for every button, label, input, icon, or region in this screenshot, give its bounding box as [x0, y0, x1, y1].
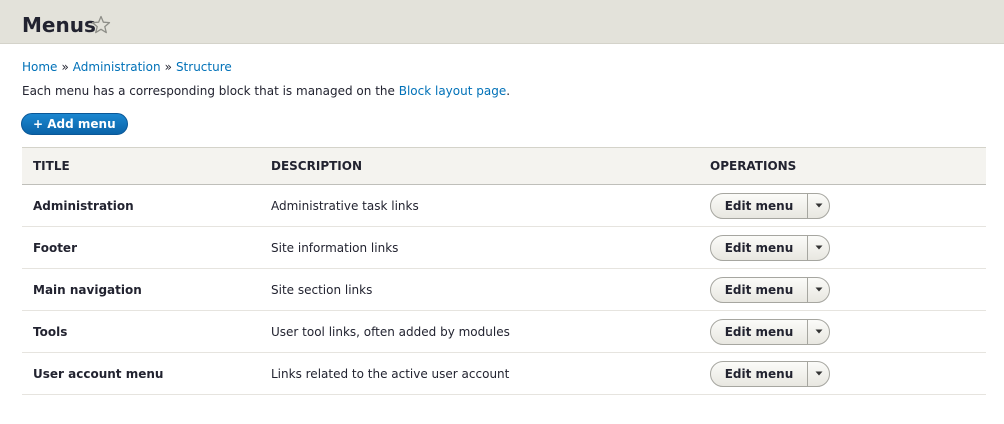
menu-description: Site section links [260, 268, 699, 311]
operations-dropbutton: Edit menu [710, 276, 830, 303]
breadcrumb-home-link[interactable]: Home [22, 60, 57, 74]
caret-down-icon [815, 245, 822, 250]
page-description: Each menu has a corresponding block that… [22, 83, 510, 99]
dropbutton-toggle[interactable] [808, 362, 829, 386]
table-header-row: TITLE DESCRIPTION OPERATIONS [22, 147, 986, 185]
operations-dropbutton: Edit menu [710, 192, 830, 219]
breadcrumb-separator: » [164, 60, 172, 74]
operations-cell: Edit menu [699, 310, 986, 353]
operations-dropbutton: Edit menu [710, 318, 830, 345]
operations-cell: Edit menu [699, 268, 986, 311]
table-row: Footer Site information links Edit menu [22, 226, 986, 269]
menu-title: Main navigation [22, 268, 260, 311]
menu-description: Links related to the active user account [260, 352, 699, 395]
caret-down-icon [815, 203, 822, 208]
dropbutton-toggle[interactable] [808, 236, 829, 260]
dropbutton-toggle[interactable] [808, 320, 829, 344]
menu-title: Footer [22, 226, 260, 269]
star-outline-icon[interactable] [91, 15, 111, 35]
description-text: Each menu has a corresponding block that… [22, 84, 399, 98]
breadcrumb-administration-link[interactable]: Administration [73, 60, 161, 74]
table-row: Tools User tool links, often added by mo… [22, 310, 986, 353]
edit-menu-button[interactable]: Edit menu [711, 193, 808, 218]
caret-down-icon [815, 329, 822, 334]
table-row: User account menu Links related to the a… [22, 352, 986, 395]
menu-description: Site information links [260, 226, 699, 269]
page-header: Menus [0, 0, 1004, 44]
breadcrumb-separator: » [61, 60, 69, 74]
column-header-operations: OPERATIONS [699, 147, 986, 185]
caret-down-icon [815, 287, 822, 292]
edit-menu-button[interactable]: Edit menu [711, 277, 808, 302]
menu-title: Administration [22, 184, 260, 227]
dropbutton-toggle[interactable] [808, 278, 829, 302]
menu-description: Administrative task links [260, 184, 699, 227]
description-suffix: . [506, 84, 511, 98]
column-header-description: DESCRIPTION [260, 147, 699, 185]
table-row: Main navigation Site section links Edit … [22, 268, 986, 311]
menus-table: TITLE DESCRIPTION OPERATIONS Administrat… [22, 147, 986, 395]
caret-down-icon [815, 371, 822, 376]
edit-menu-button[interactable]: Edit menu [711, 319, 808, 344]
breadcrumb: Home» Administration» Structure [22, 59, 232, 75]
operations-cell: Edit menu [699, 184, 986, 227]
operations-cell: Edit menu [699, 352, 986, 395]
menu-title: Tools [22, 310, 260, 353]
menu-description: User tool links, often added by modules [260, 310, 699, 353]
add-menu-button[interactable]: + Add menu [21, 113, 128, 135]
edit-menu-button[interactable]: Edit menu [711, 361, 808, 386]
operations-dropbutton: Edit menu [710, 360, 830, 387]
column-header-title: TITLE [22, 147, 260, 185]
breadcrumb-structure-link[interactable]: Structure [176, 60, 232, 74]
edit-menu-button[interactable]: Edit menu [711, 235, 808, 260]
block-layout-link[interactable]: Block layout page [399, 84, 507, 98]
dropbutton-toggle[interactable] [808, 194, 829, 218]
operations-dropbutton: Edit menu [710, 234, 830, 261]
page-title: Menus [22, 13, 96, 37]
menu-title: User account menu [22, 352, 260, 395]
operations-cell: Edit menu [699, 226, 986, 269]
table-row: Administration Administrative task links… [22, 184, 986, 227]
